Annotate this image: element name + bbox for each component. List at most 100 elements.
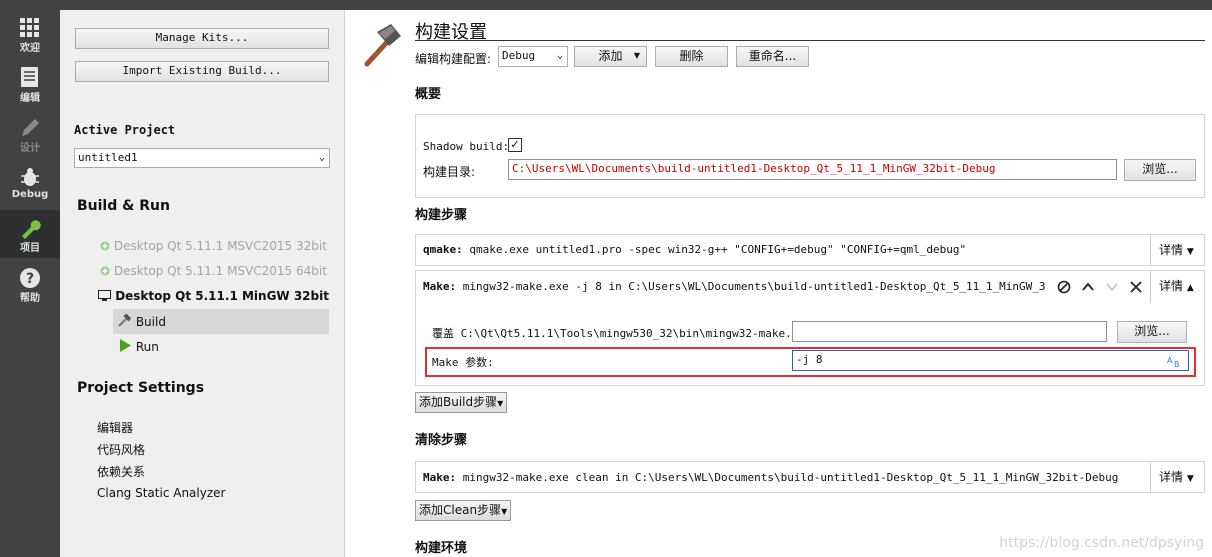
overview-panel: Shadow build: ✓ 构建目录: C:\Users\WL\Docume…: [415, 114, 1205, 198]
make-step-summary: Make: mingw32-make.exe -j 8 in C:\Users\…: [423, 280, 1045, 293]
clean-step-command: mingw32-make.exe clean in C:\Users\WL\Do…: [456, 471, 1119, 484]
svg-text:?: ?: [26, 271, 34, 287]
settings-item-editor[interactable]: 编辑器: [97, 419, 133, 436]
pencil-icon: [22, 119, 39, 136]
mode-help[interactable]: ? 帮助: [0, 260, 60, 308]
manage-kits-button[interactable]: Manage Kits...: [75, 28, 329, 49]
dropdown-arrow-icon: ▼: [1186, 247, 1194, 257]
svg-text:B: B: [1174, 360, 1180, 368]
dropdown-arrow-icon: ▼: [497, 399, 504, 408]
shadow-build-label: Shadow build:: [423, 140, 510, 153]
build-env-heading: 构建环境: [415, 541, 468, 556]
build-dir-field[interactable]: C:\Users\WL\Documents\build-untitled1-De…: [508, 159, 1117, 180]
mode-label: 设计: [20, 143, 40, 154]
details-label: 详情: [1159, 279, 1184, 293]
build-settings-panel: 构建设置 编辑构建配置: Debug ⌄ 添加 ▼ 删除 重命名... 概要 S…: [345, 10, 1212, 557]
details-label: 详情: [1159, 243, 1184, 257]
add-clean-step-label: 添加Clean步骤: [419, 503, 502, 517]
kit-name: Desktop Qt 5.11.1 MSVC2015 64bit: [113, 264, 327, 278]
kit-name: Desktop Qt 5.11.1 MinGW 32bit: [115, 289, 329, 303]
make-args-field[interactable]: -j 8: [792, 350, 1189, 371]
active-project-label: Active Project: [74, 123, 176, 137]
import-build-button[interactable]: Import Existing Build...: [75, 61, 329, 82]
wrench-icon: [22, 220, 41, 239]
disable-step-icon[interactable]: [1057, 280, 1071, 294]
active-project-select[interactable]: untitled1 ⌄: [74, 148, 330, 168]
clean-step-summary: Make: mingw32-make.exe clean in C:\Users…: [423, 471, 1118, 484]
move-up-icon[interactable]: [1081, 281, 1095, 293]
help-icon: ?: [20, 268, 40, 288]
browse-override-button[interactable]: 浏览...: [1117, 321, 1187, 343]
build-item[interactable]: Build: [118, 313, 166, 329]
mode-welcome[interactable]: 欢迎: [0, 10, 60, 58]
add-config-button[interactable]: 添加 ▼: [574, 46, 647, 67]
clean-steps-heading: 清除步骤: [415, 433, 468, 448]
mode-label: 欢迎: [20, 43, 40, 54]
project-settings-heading: Project Settings: [77, 380, 205, 396]
mode-label: 帮助: [20, 293, 40, 304]
make-step-command: mingw32-make.exe -j 8 in C:\Users\WL\Doc…: [456, 280, 1045, 293]
hammer-icon: [118, 313, 132, 327]
watermark: https://blog.csdn.net/dpsying: [999, 535, 1204, 551]
overview-heading: 概要: [415, 87, 442, 102]
mode-label: 项目: [20, 243, 40, 254]
rename-config-button[interactable]: 重命名...: [736, 46, 809, 67]
mode-debug[interactable]: Debug: [0, 160, 60, 208]
monitor-icon: [98, 290, 111, 301]
top-strip: [0, 0, 1212, 10]
mode-design[interactable]: 设计: [0, 110, 60, 158]
mode-bar: 欢迎 编辑 设计 Debug 项目 ? 帮助: [0, 10, 60, 557]
qmake-details-toggle[interactable]: 详情 ▼: [1150, 235, 1205, 265]
mode-label: 编辑: [20, 93, 40, 104]
build-label: Build: [135, 315, 166, 329]
override-field[interactable]: [792, 321, 1107, 342]
make-args-value: -j 8: [796, 353, 823, 366]
hammer-icon: [364, 24, 401, 67]
qmake-step-tool: qmake:: [423, 243, 463, 256]
dropdown-arrow-icon: ▼: [633, 51, 640, 60]
add-build-step-button[interactable]: 添加Build步骤▼: [415, 392, 508, 413]
svg-text:A: A: [1167, 356, 1173, 365]
config-select[interactable]: Debug ⌄: [498, 46, 568, 67]
mode-edit[interactable]: 编辑: [0, 60, 60, 108]
kit-item-active[interactable]: Desktop Qt 5.11.1 MinGW 32bit: [98, 289, 329, 303]
kit-item[interactable]: Desktop Qt 5.11.1 MSVC2015 32bit: [100, 239, 327, 253]
add-kit-icon: [100, 266, 110, 276]
override-label: 覆盖 C:\Qt\Qt5.11.1\Tools\mingw530_32\bin\…: [432, 327, 819, 340]
run-item[interactable]: Run: [118, 339, 159, 354]
edit-config-label: 编辑构建配置:: [415, 52, 492, 66]
move-down-icon[interactable]: [1105, 281, 1119, 293]
settings-item-clang-analyzer[interactable]: Clang Static Analyzer: [97, 486, 225, 500]
delete-config-button[interactable]: 删除: [655, 46, 728, 67]
details-label: 详情: [1159, 470, 1184, 484]
config-value: Debug: [502, 49, 536, 62]
clean-details-toggle[interactable]: 详情 ▼: [1150, 462, 1205, 492]
project-sidebar: Manage Kits... Import Existing Build... …: [60, 10, 345, 557]
dropdown-arrow-icon: ▼: [1186, 474, 1194, 484]
clean-step-tool: Make:: [423, 471, 457, 484]
document-icon: [21, 67, 38, 87]
chevron-down-icon: ⌄: [318, 152, 325, 163]
add-kit-icon: [100, 241, 110, 251]
build-dir-label: 构建目录:: [423, 165, 476, 179]
variable-chooser-icon[interactable]: A B: [1167, 354, 1183, 368]
build-run-heading: Build & Run: [77, 198, 170, 214]
browse-build-dir-button[interactable]: 浏览...: [1124, 159, 1196, 181]
settings-item-code-style[interactable]: 代码风格: [97, 441, 145, 458]
mode-label: Debug: [11, 189, 49, 200]
add-clean-step-button[interactable]: 添加Clean步骤▼: [415, 500, 512, 521]
remove-step-icon[interactable]: [1129, 280, 1143, 294]
run-label: Run: [135, 340, 159, 354]
kit-name: Desktop Qt 5.11.1 MSVC2015 32bit: [113, 239, 327, 253]
play-icon: [120, 339, 131, 352]
make-step-panel: Make: mingw32-make.exe -j 8 in C:\Users\…: [415, 270, 1205, 386]
qmake-step-command: qmake.exe untitled1.pro -spec win32-g++ …: [462, 243, 967, 256]
mode-projects[interactable]: 项目: [0, 210, 60, 258]
settings-item-dependencies[interactable]: 依赖关系: [97, 463, 145, 480]
kit-item[interactable]: Desktop Qt 5.11.1 MSVC2015 64bit: [100, 264, 327, 278]
shadow-build-checkbox[interactable]: ✓: [508, 138, 522, 152]
make-details-toggle[interactable]: 详情 ▲: [1150, 271, 1205, 303]
add-build-step-label: 添加Build步骤: [419, 395, 498, 409]
dropdown-arrow-icon: ▼: [501, 507, 508, 516]
qmake-step-summary: qmake: qmake.exe untitled1.pro -spec win…: [423, 243, 966, 256]
